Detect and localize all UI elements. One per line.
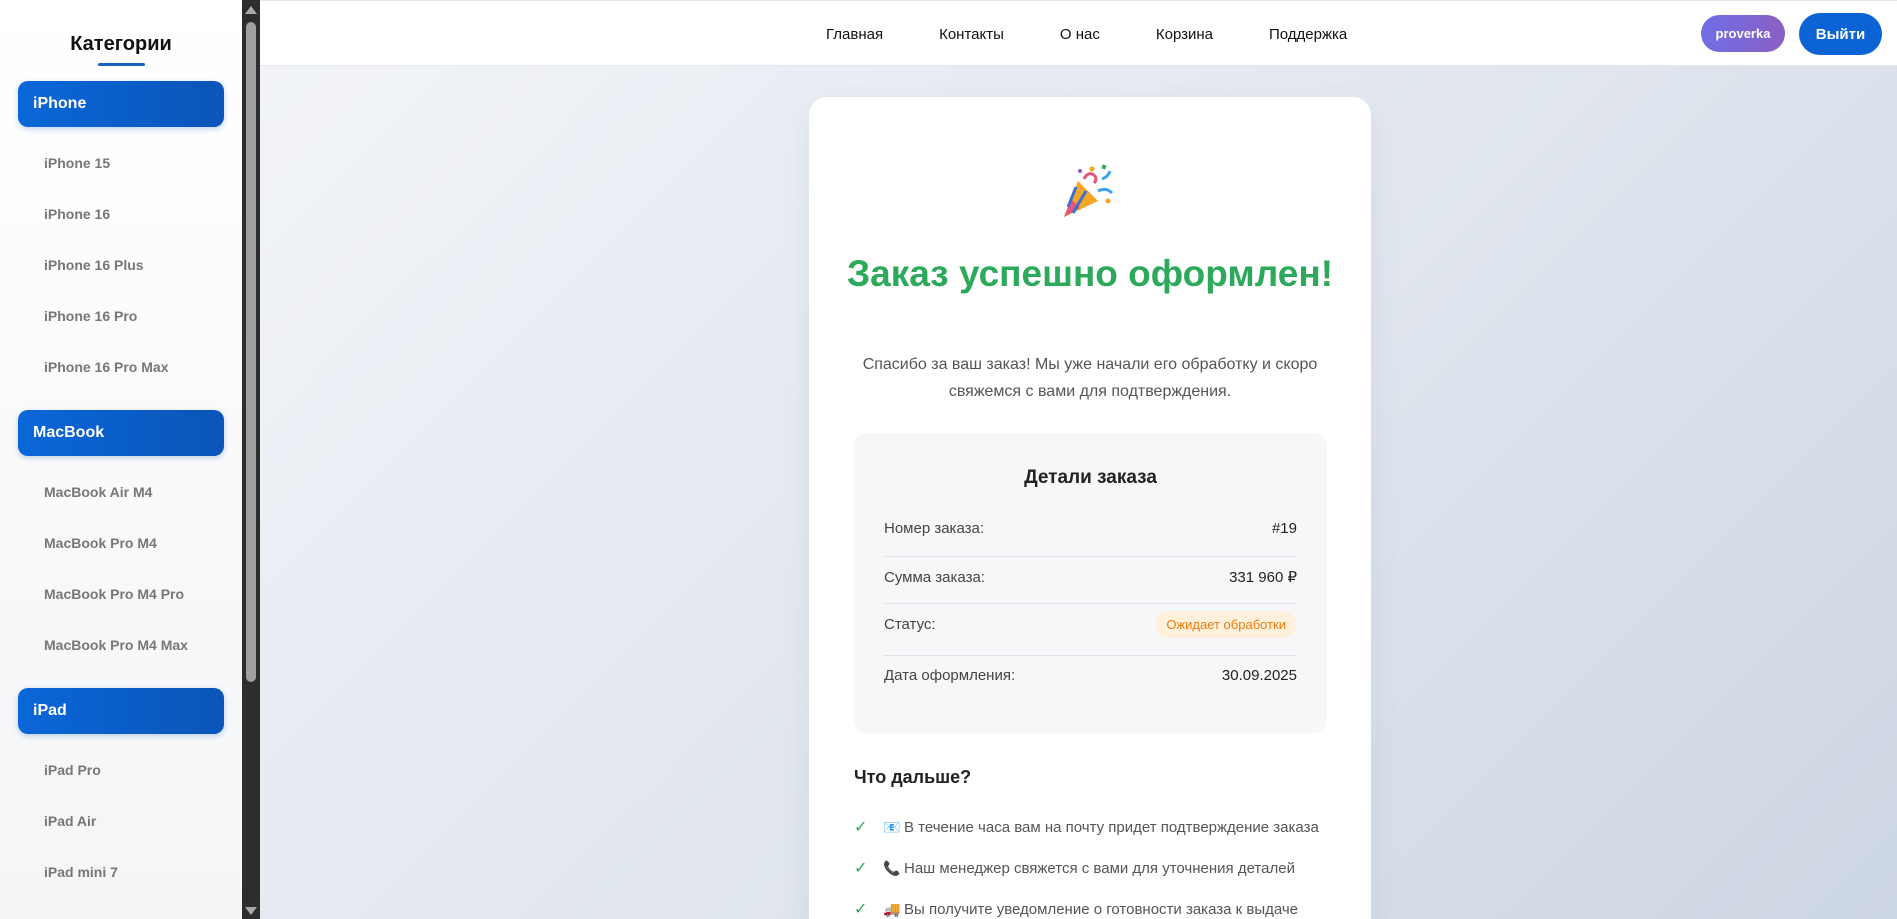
order-details-title: Детали заказа — [1024, 467, 1157, 488]
order-success-title: Заказ успешно оформлен! — [846, 253, 1334, 294]
nav-link-contacts[interactable]: Контакты — [939, 26, 1004, 43]
category-macbook-list: MacBook Air M4 MacBook Pro M4 MacBook Pr… — [0, 456, 242, 688]
nav-link-home[interactable]: Главная — [826, 26, 883, 43]
next-step-item: ✓ 📧 В течение часа вам на почту придет п… — [854, 816, 1319, 838]
order-status-badge: Ожидает обработки — [1155, 611, 1297, 638]
party-popper-icon — [1064, 164, 1114, 217]
nav-links: Главная Контакты О нас Корзина Поддержка — [826, 1, 1403, 67]
category-ipad[interactable]: iPad — [18, 688, 224, 734]
truck-icon: 🚚 — [883, 900, 901, 917]
checkmark-icon: ✓ — [854, 901, 868, 918]
nav-link-about[interactable]: О нас — [1060, 26, 1100, 43]
sidebar-item-iphone-16[interactable]: iPhone 16 — [0, 188, 242, 239]
sidebar-item-macbook-pro-m4[interactable]: MacBook Pro M4 — [0, 517, 242, 568]
order-date-row: Дата оформления: 30.09.2025 — [884, 667, 1297, 684]
category-iphone-list: iPhone 15 iPhone 16 iPhone 16 Plus iPhon… — [0, 127, 242, 410]
sidebar-item-macbook-air-m4[interactable]: MacBook Air M4 — [0, 466, 242, 517]
category-iphone[interactable]: iPhone — [18, 81, 224, 127]
order-details-panel: Детали заказа Номер заказа: #19 Сумма за… — [854, 433, 1327, 733]
sidebar-item-iphone-16-pro[interactable]: iPhone 16 Pro — [0, 290, 242, 341]
next-step-item: ✓ 🚚 Вы получите уведомление о готовности… — [854, 898, 1298, 919]
sidebar-item-macbook-pro-m4-pro[interactable]: MacBook Pro M4 Pro — [0, 568, 242, 619]
scroll-up-arrow-icon[interactable] — [242, 2, 260, 18]
user-profile-button[interactable]: proverka — [1701, 15, 1785, 52]
sidebar-item-iphone-16-plus[interactable]: iPhone 16 Plus — [0, 239, 242, 290]
order-sum-row: Сумма заказа: 331 960 ₽ — [884, 568, 1297, 587]
email-icon: 📧 — [883, 818, 901, 835]
next-step-item: ✓ 📞 Наш менеджер свяжется с вами для уто… — [854, 857, 1295, 879]
logout-button[interactable]: Выйти — [1799, 13, 1882, 55]
next-step-text: Наш менеджер свяжется с вами для уточнен… — [904, 859, 1295, 877]
sidebar-item-ipad-mini-7[interactable]: iPad mini 7 — [0, 846, 242, 897]
category-ipad-list: iPad Pro iPad Air iPad mini 7 — [0, 734, 242, 915]
order-number-label: Номер заказа: — [884, 520, 985, 537]
scrollbar-thumb[interactable] — [246, 22, 256, 682]
order-number-row: Номер заказа: #19 — [884, 520, 1297, 537]
order-sum-label: Сумма заказа: — [884, 568, 985, 586]
categories-sidebar: Категории iPhone iPhone 15 iPhone 16 iPh… — [0, 0, 242, 919]
sidebar-item-macbook-pro-m4-max[interactable]: MacBook Pro M4 Max — [0, 619, 242, 670]
sidebar-item-iphone-16-pro-max[interactable]: iPhone 16 Pro Max — [0, 341, 242, 392]
order-number-value: #19 — [1271, 520, 1297, 537]
details-divider — [884, 603, 1297, 604]
checkmark-icon: ✓ — [854, 860, 868, 877]
phone-icon: 📞 — [883, 859, 901, 876]
order-status-label: Статус: — [884, 616, 936, 633]
sidebar-title-underline — [97, 63, 145, 66]
top-navigation: Главная Контакты О нас Корзина Поддержка… — [260, 0, 1897, 66]
details-divider — [884, 556, 1297, 557]
details-divider — [884, 655, 1297, 656]
sidebar-item-ipad-pro[interactable]: iPad Pro — [0, 744, 242, 795]
next-steps-title: Что дальше? — [854, 767, 972, 787]
sidebar-scrollbar[interactable] — [242, 0, 260, 919]
nav-link-cart[interactable]: Корзина — [1156, 26, 1213, 43]
next-step-text: В течение часа вам на почту придет подтв… — [904, 818, 1319, 836]
order-status-row: Статус: Ожидает обработки — [884, 611, 1297, 638]
order-sum-value: 331 960 ₽ — [1229, 569, 1297, 586]
main-content: Главная Контакты О нас Корзина Поддержка… — [260, 0, 1897, 919]
order-date-label: Дата оформления: — [884, 667, 1016, 684]
checkmark-icon: ✓ — [854, 819, 868, 836]
next-step-text: Вы получите уведомление о готовности зак… — [904, 900, 1299, 918]
order-date-value: 30.09.2025 — [1221, 667, 1297, 684]
sidebar-title: Категории — [70, 33, 172, 55]
order-thanks-message: Спасибо за ваш заказ! Мы уже начали его … — [862, 356, 1318, 400]
order-success-card: Заказ успешно оформлен! Спасибо за ваш з… — [809, 97, 1371, 919]
nav-link-support[interactable]: Поддержка — [1269, 26, 1347, 43]
sidebar-item-ipad-air[interactable]: iPad Air — [0, 795, 242, 846]
category-macbook[interactable]: MacBook — [18, 410, 224, 456]
scroll-down-arrow-icon[interactable] — [242, 903, 260, 919]
sidebar-item-iphone-15[interactable]: iPhone 15 — [0, 137, 242, 188]
